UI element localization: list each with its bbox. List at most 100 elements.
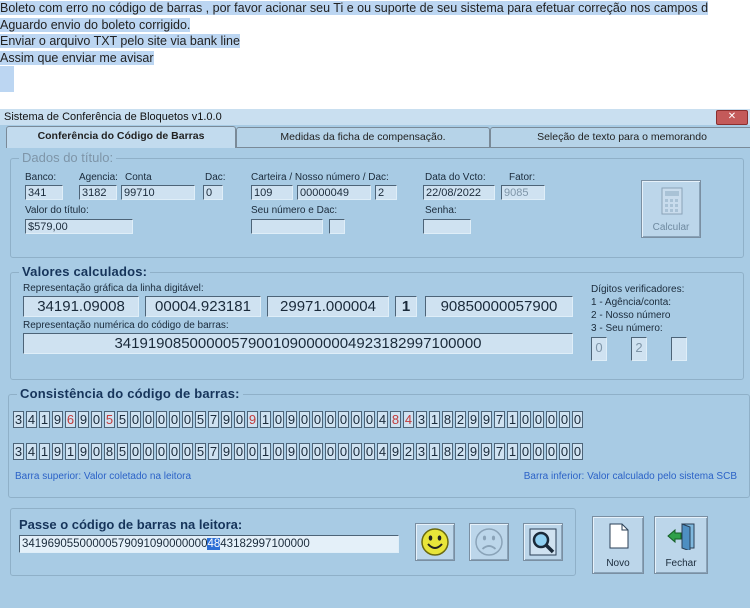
barcode-digit: 9 [286, 411, 297, 428]
barcode-digit: 0 [351, 443, 362, 460]
seu-numero-label: Seu número e Dac: [251, 205, 338, 216]
barcode-reader-input[interactable]: 3419690550000057909109000000048431829971… [19, 535, 399, 553]
digitos-title: Dígitos verificadores: [591, 284, 685, 295]
barcode-digit: 9 [52, 411, 63, 428]
tab-selecao-texto[interactable]: Seleção de texto para o memorando [490, 127, 750, 147]
barcode-digit: 9 [78, 443, 89, 460]
barcode-digit: 0 [546, 411, 557, 428]
barcode-digit: 9 [390, 443, 401, 460]
leitora-group: Passe o código de barras na leitora: 341… [10, 508, 576, 576]
dac-field[interactable]: 0 [203, 185, 223, 200]
digito-value-3 [671, 337, 687, 361]
barcode-digit: 0 [312, 411, 323, 428]
valor-field[interactable]: $579,00 [25, 219, 133, 234]
seu-numero-field[interactable] [251, 219, 323, 234]
valores-group: Valores calculados: Representação gráfic… [10, 264, 744, 380]
agencia-label: Agencia: [79, 172, 118, 183]
barcode-digit: 0 [559, 443, 570, 460]
linha-campo-1: 34191.09008 [23, 296, 139, 317]
novo-button[interactable]: Novo [592, 516, 644, 574]
digito-item-1: 1 - Agência/conta: [591, 297, 672, 308]
linha-campo-3: 29971.000004 [267, 296, 389, 317]
barcode-digit: 0 [273, 443, 284, 460]
numerica-field: 3419190850000057900109000000492318299710… [23, 333, 573, 354]
agencia-field[interactable]: 3182 [79, 185, 117, 200]
barcode-digit: 0 [546, 443, 557, 460]
nosso-dac-field[interactable]: 2 [375, 185, 397, 200]
barcode-digit: 4 [26, 411, 37, 428]
window-titlebar: Sistema de Conferência de Bloquetos v1.0… [0, 109, 750, 125]
sad-button[interactable] [469, 523, 509, 561]
barcode-digit: 0 [169, 411, 180, 428]
message-line: Aguardo envio do boleto corrigido. [0, 17, 191, 32]
tab-strip: Conferência do Código de Barras Medidas … [6, 126, 750, 148]
digito-item-2: 2 - Nosso número [591, 310, 671, 321]
data-vcto-field[interactable]: 22/08/2022 [423, 185, 495, 200]
barcode-digit: 0 [143, 411, 154, 428]
search-button[interactable] [523, 523, 563, 561]
barcode-digit: 5 [104, 411, 115, 428]
magnifier-icon [529, 528, 557, 556]
digito-item-3: 3 - Seu número: [591, 323, 663, 334]
seu-dac-field[interactable] [329, 219, 345, 234]
numerica-label: Representação numérica do código de barr… [23, 320, 229, 331]
tab-medidas[interactable]: Medidas da ficha de compensação. [236, 127, 490, 147]
barcode-digit: 5 [195, 411, 206, 428]
calcular-button[interactable]: Calcular [641, 180, 701, 238]
novo-label: Novo [606, 558, 630, 569]
carteira-field[interactable]: 109 [251, 185, 293, 200]
close-button[interactable]: ✕ [716, 110, 748, 125]
linha-campo-5: 90850000057900 [425, 296, 573, 317]
sad-face-icon [475, 528, 503, 556]
banco-field[interactable]: 341 [25, 185, 63, 200]
barcode-digit: 0 [234, 443, 245, 460]
barcode-digit: 9 [221, 443, 232, 460]
barcode-digit: 0 [364, 443, 375, 460]
barcode-digit: 0 [520, 411, 531, 428]
digito-value-2: 2 [631, 337, 647, 361]
barcode-digit: 3 [13, 411, 24, 428]
barcode-digit: 4 [377, 411, 388, 428]
valores-title: Valores calculados: [19, 264, 151, 279]
barcode-digit: 6 [65, 411, 76, 428]
barcode-digit: 8 [104, 443, 115, 460]
consistencia-group: Consistência do código de barras: 341969… [8, 386, 750, 498]
conta-field[interactable]: 99710 [121, 185, 195, 200]
barcode-digit: 0 [273, 411, 284, 428]
linha-campo-2: 00004.923181 [145, 296, 261, 317]
barcode-digit: 5 [195, 443, 206, 460]
fechar-button[interactable]: Fechar [654, 516, 708, 574]
barcode-digit: 0 [234, 411, 245, 428]
barcode-digit: 0 [325, 411, 336, 428]
barcode-digit: 0 [299, 443, 310, 460]
smile-button[interactable] [415, 523, 455, 561]
barcode-digit: 9 [247, 411, 258, 428]
exit-door-icon [667, 523, 695, 550]
linha-campo-dv: 1 [395, 296, 417, 317]
barcode-digit: 2 [403, 443, 414, 460]
barcode-digit: 5 [117, 411, 128, 428]
senha-field[interactable] [423, 219, 471, 234]
barcode-top-row: 3419690550000057909109000000484318299710… [13, 411, 585, 428]
barcode-digit: 9 [52, 443, 63, 460]
barcode-digit: 7 [494, 443, 505, 460]
barcode-digit: 1 [507, 411, 518, 428]
barcode-digit: 2 [455, 443, 466, 460]
dados-group: Dados do título: Banco: 341 Agencia: 318… [10, 150, 744, 258]
barcode-digit: 0 [533, 411, 544, 428]
tab-conferencia[interactable]: Conferência do Código de Barras [6, 126, 236, 148]
barcode-digit: 0 [169, 443, 180, 460]
fechar-label: Fechar [665, 558, 697, 569]
app-window: Sistema de Conferência de Bloquetos v1.0… [0, 109, 750, 608]
nosso-numero-field[interactable]: 00000049 [297, 185, 371, 200]
message-text: Boleto com erro no código de barras , po… [0, 0, 750, 92]
barcode-digit: 0 [559, 411, 570, 428]
barcode-digit: 0 [572, 411, 583, 428]
barcode-digit: 8 [442, 443, 453, 460]
barcode-digit: 2 [455, 411, 466, 428]
calcular-label: Calcular [652, 222, 690, 233]
barcode-digit: 1 [507, 443, 518, 460]
barcode-digit: 4 [403, 411, 414, 428]
input-text-selected: 48 [207, 538, 221, 550]
barcode-digit: 4 [26, 443, 37, 460]
